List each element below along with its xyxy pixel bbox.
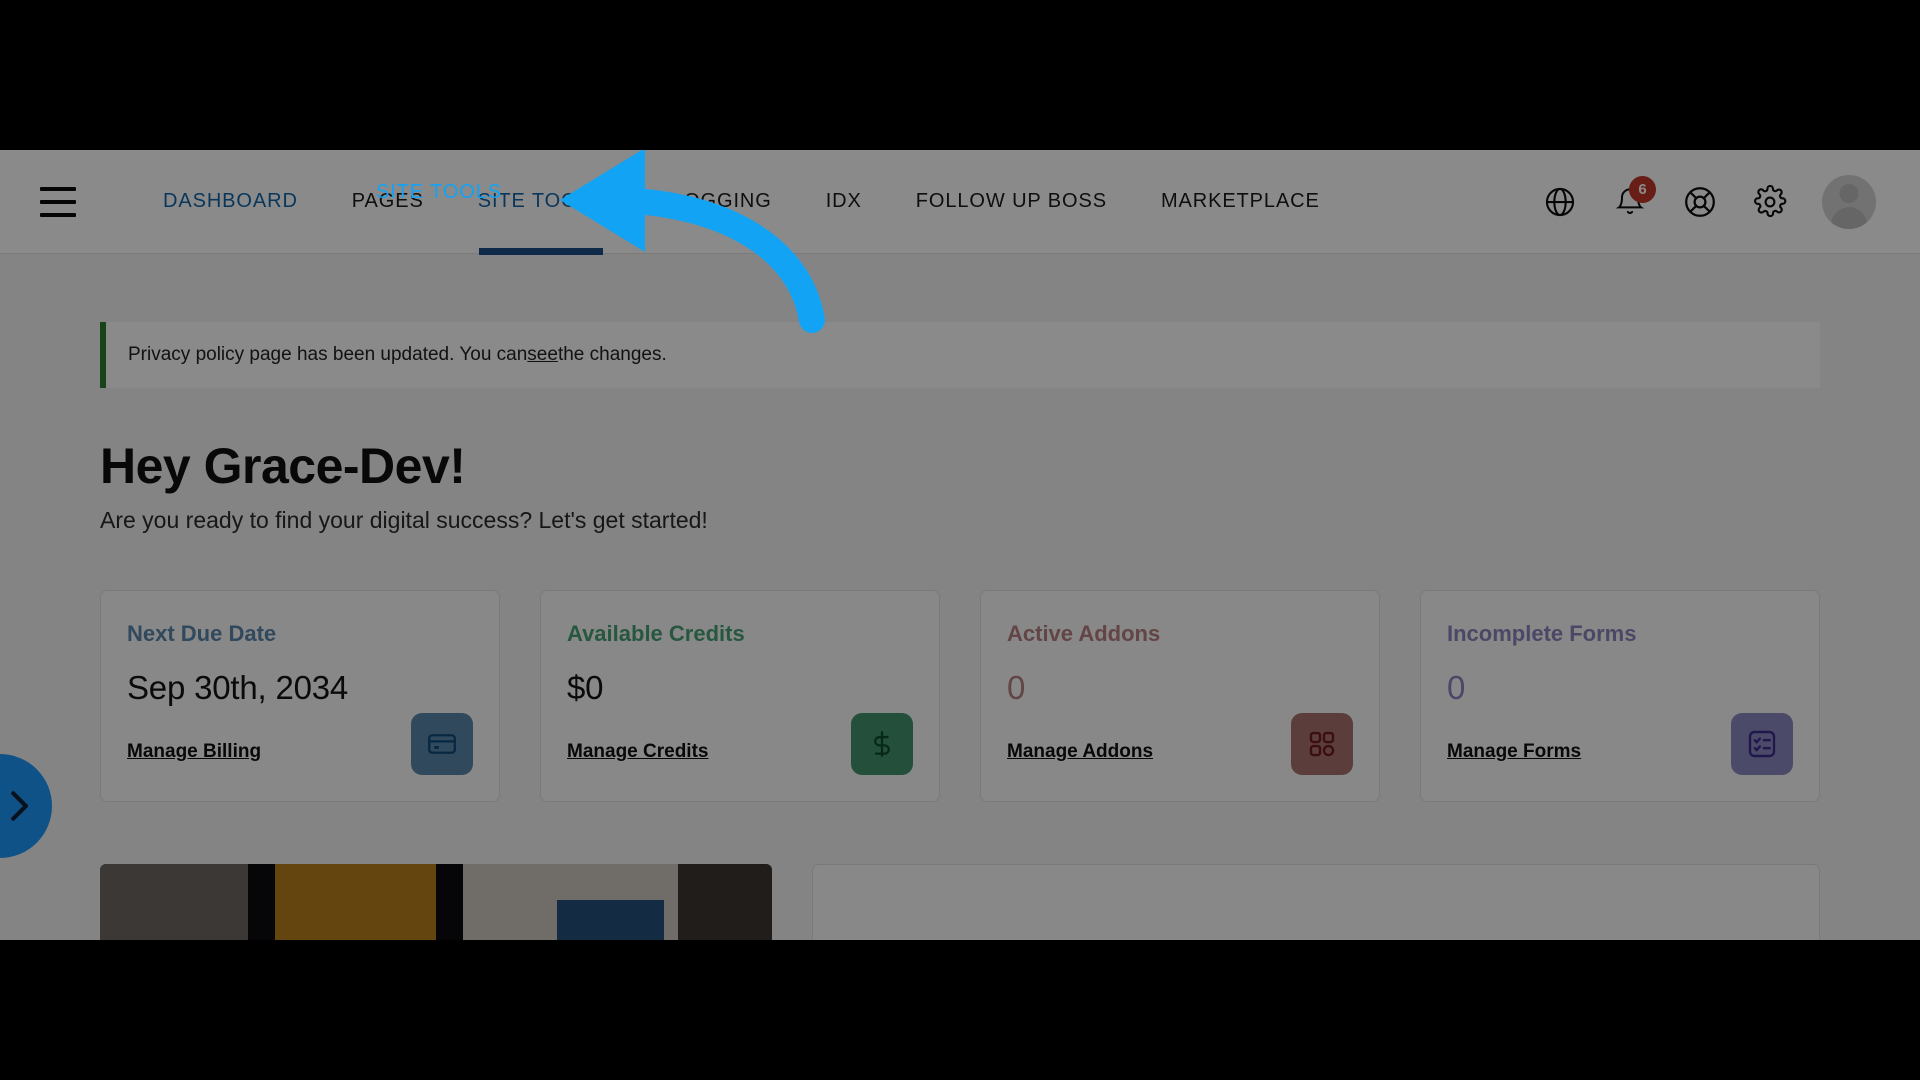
application-page: DASHBOARD PAGES SITE TOOLS BLOGGING IDX … bbox=[0, 150, 1920, 940]
card-value: Sep 30th, 2034 bbox=[127, 668, 349, 706]
card-active-addons: Active Addons 0 Manage Addons bbox=[980, 589, 1380, 802]
card-title: Next Due Date bbox=[127, 620, 277, 646]
thumb-region-right bbox=[677, 863, 772, 940]
manage-credits-link[interactable]: Manage Credits bbox=[567, 741, 708, 763]
card-value: 0 bbox=[1007, 668, 1026, 706]
page-subtitle: Are you ready to find your digital succe… bbox=[100, 506, 708, 533]
nav-links: DASHBOARD PAGES SITE TOOLS BLOGGING IDX … bbox=[136, 150, 1347, 255]
top-navigation-bar: DASHBOARD PAGES SITE TOOLS BLOGGING IDX … bbox=[0, 150, 1920, 255]
card-title: Active Addons bbox=[1007, 620, 1161, 646]
avatar[interactable] bbox=[1822, 174, 1876, 229]
nav-item-label: BLOGGING bbox=[657, 190, 772, 212]
bell-icon[interactable]: 6 bbox=[1608, 175, 1656, 224]
card-title: Available Credits bbox=[567, 620, 745, 646]
grid-squares-icon bbox=[1291, 712, 1353, 775]
card-value: $0 bbox=[567, 668, 604, 706]
dollar-icon bbox=[851, 712, 913, 775]
form-checklist-icon bbox=[1731, 712, 1793, 775]
nav-item-blogging[interactable]: BLOGGING bbox=[631, 150, 799, 254]
manage-billing-link[interactable]: Manage Billing bbox=[127, 741, 261, 763]
main-content: Privacy policy page has been updated. Yo… bbox=[0, 254, 1920, 940]
nav-right-icons: 6 bbox=[1538, 174, 1894, 229]
screenshot-root: DASHBOARD PAGES SITE TOOLS BLOGGING IDX … bbox=[0, 0, 1920, 1080]
letterbox-top bbox=[0, 0, 1920, 150]
manage-addons-link[interactable]: Manage Addons bbox=[1007, 741, 1153, 763]
credit-card-icon bbox=[411, 712, 473, 775]
lifebuoy-support-icon[interactable] bbox=[1678, 180, 1722, 224]
thumb-door-frame-right bbox=[436, 863, 463, 940]
card-next-due-date: Next Due Date Sep 30th, 2034 Manage Bill… bbox=[100, 589, 500, 802]
page-title: Hey Grace-Dev! bbox=[100, 438, 466, 494]
nav-item-label: MARKETPLACE bbox=[1160, 190, 1320, 212]
banner-see-link[interactable]: see bbox=[527, 344, 558, 366]
expand-panel-handle[interactable] bbox=[0, 754, 52, 858]
notification-badge: 6 bbox=[1629, 175, 1656, 203]
manage-forms-link[interactable]: Manage Forms bbox=[1447, 741, 1581, 763]
nav-item-label: IDX bbox=[825, 190, 862, 212]
thumb-wall-art bbox=[556, 899, 665, 940]
card-incomplete-forms: Incomplete Forms 0 Manage Forms bbox=[1420, 589, 1820, 802]
greeting-block: Hey Grace-Dev! Are you ready to find you… bbox=[100, 440, 1820, 534]
banner-text-before: Privacy policy page has been updated. Yo… bbox=[128, 344, 528, 365]
video-thumbnail[interactable] bbox=[100, 863, 772, 940]
hamburger-icon[interactable] bbox=[40, 186, 76, 217]
privacy-policy-banner: Privacy policy page has been updated. Yo… bbox=[100, 322, 1820, 388]
summary-cards: Next Due Date Sep 30th, 2034 Manage Bill… bbox=[100, 589, 1820, 802]
gear-icon[interactable] bbox=[1748, 180, 1792, 224]
side-panel-card bbox=[812, 863, 1820, 940]
banner-text-after: the changes. bbox=[557, 344, 667, 365]
thumb-door bbox=[274, 863, 436, 940]
globe-icon[interactable] bbox=[1538, 180, 1582, 224]
nav-item-label: DASHBOARD bbox=[163, 190, 298, 212]
card-value: 0 bbox=[1447, 668, 1466, 706]
nav-item-dashboard[interactable]: DASHBOARD bbox=[136, 150, 325, 254]
card-title: Incomplete Forms bbox=[1447, 620, 1637, 646]
nav-item-label: FOLLOW UP BOSS bbox=[915, 190, 1107, 212]
thumb-region-left bbox=[100, 863, 248, 940]
highlight-label: SITE TOOLS bbox=[375, 180, 503, 203]
nav-item-follow-up-boss[interactable]: FOLLOW UP BOSS bbox=[889, 150, 1134, 254]
media-row bbox=[100, 863, 1820, 940]
card-available-credits: Available Credits $0 Manage Credits bbox=[540, 589, 940, 802]
thumb-door-frame-left bbox=[247, 863, 275, 940]
letterbox-bottom bbox=[0, 940, 1920, 1080]
nav-item-marketplace[interactable]: MARKETPLACE bbox=[1134, 150, 1347, 254]
nav-item-idx[interactable]: IDX bbox=[799, 150, 889, 254]
